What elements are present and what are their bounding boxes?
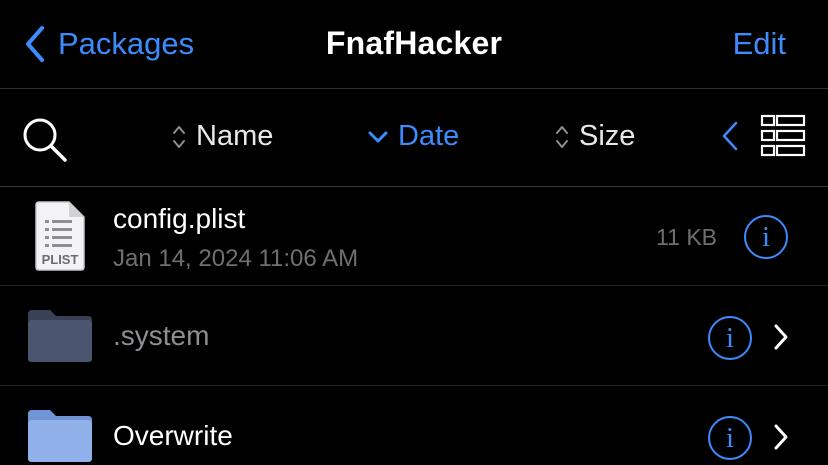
search-button[interactable] bbox=[20, 115, 68, 168]
info-icon: i bbox=[761, 221, 771, 253]
chevron-down-icon bbox=[368, 131, 388, 142]
sort-arrows-icon bbox=[173, 125, 185, 148]
sort-by-date[interactable]: Date bbox=[368, 120, 459, 153]
plist-file-icon: PLIST bbox=[35, 201, 85, 271]
chevron-right-icon[interactable] bbox=[772, 423, 790, 451]
view-mode-button[interactable] bbox=[760, 113, 806, 164]
edit-button[interactable]: Edit bbox=[733, 26, 786, 62]
sort-arrows-icon bbox=[556, 125, 568, 148]
file-name: config.plist bbox=[113, 203, 246, 234]
info-icon: i bbox=[725, 322, 735, 354]
info-button[interactable]: i bbox=[744, 215, 788, 259]
info-icon: i bbox=[725, 422, 735, 454]
sort-by-size[interactable]: Size bbox=[555, 120, 635, 153]
collapse-sort-button[interactable] bbox=[720, 120, 740, 157]
navigation-bar: Packages FnafHacker Edit bbox=[0, 0, 828, 88]
folder-icon bbox=[28, 310, 92, 362]
chevron-right-icon[interactable] bbox=[772, 323, 790, 351]
sort-size-label: Size bbox=[579, 120, 636, 152]
file-size: 11 KB bbox=[656, 224, 717, 250]
sort-date-label: Date bbox=[398, 120, 460, 152]
page-title: FnafHacker bbox=[325, 25, 503, 61]
list-item[interactable]: PLIST config.plist Jan 14, 2024 11:06 AM… bbox=[0, 187, 828, 285]
search-icon bbox=[23, 118, 67, 162]
sort-bar: Name Date Size bbox=[0, 88, 828, 186]
list-item[interactable]: Overwrite i bbox=[0, 386, 828, 465]
info-button[interactable]: i bbox=[708, 316, 752, 360]
folder-icon bbox=[28, 410, 92, 462]
sort-name-label: Name bbox=[196, 120, 274, 152]
sort-by-name[interactable]: Name bbox=[172, 120, 273, 153]
folder-name: Overwrite bbox=[113, 420, 233, 451]
file-type-badge: PLIST bbox=[42, 252, 79, 267]
list-view-icon bbox=[760, 114, 806, 157]
info-button[interactable]: i bbox=[708, 416, 752, 460]
list-item[interactable]: .system i bbox=[0, 286, 828, 385]
file-date: Jan 14, 2024 11:06 AM bbox=[113, 245, 359, 272]
chevron-left-icon bbox=[722, 121, 738, 151]
folder-name: .system bbox=[113, 320, 210, 351]
